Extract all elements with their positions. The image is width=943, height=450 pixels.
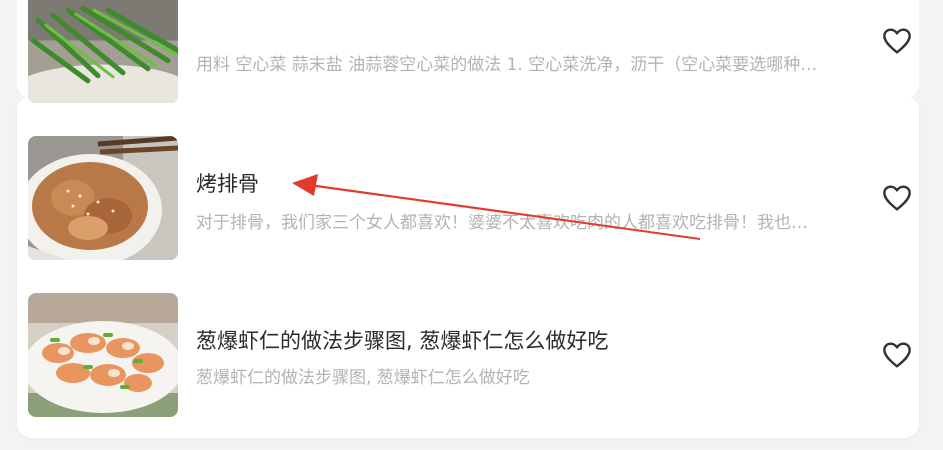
recipe-list-item[interactable]: 葱爆虾仁的做法步骤图, 葱爆虾仁怎么做好吃 葱爆虾仁的做法步骤图, 葱爆虾仁怎么… — [28, 293, 918, 417]
recipe-list-item[interactable]: 烤排骨 对于排骨，我们家三个女人都喜欢！婆婆不太喜欢吃肉的人都喜欢吃排骨！我也… — [28, 136, 918, 260]
heart-outline-icon — [883, 185, 911, 211]
recipe-title: 葱爆虾仁的做法步骤图, 葱爆虾仁怎么做好吃 — [196, 329, 609, 353]
heart-outline-icon — [883, 28, 911, 54]
recipe-description: 葱爆虾仁的做法步骤图, 葱爆虾仁怎么做好吃 — [196, 368, 530, 388]
recipe-list-screen: 用料 空心菜 蒜末盐 油蒜蓉空心菜的做法 1. 空心菜洗净，沥干（空心菜要选哪种… — [0, 0, 943, 450]
favorite-button[interactable] — [880, 24, 914, 58]
favorite-button[interactable] — [880, 338, 914, 372]
favorite-button[interactable] — [880, 181, 914, 215]
recipe-description: 用料 空心菜 蒜末盐 油蒜蓉空心菜的做法 1. 空心菜洗净，沥干（空心菜要选哪种… — [196, 55, 818, 75]
recipe-thumbnail-spare-ribs[interactable] — [28, 136, 178, 260]
recipe-thumbnail-water-spinach[interactable] — [28, 0, 178, 103]
recipe-list-item[interactable]: 用料 空心菜 蒜末盐 油蒜蓉空心菜的做法 1. 空心菜洗净，沥干（空心菜要选哪种… — [28, 0, 918, 103]
recipe-thumbnail-scallion-shrimp[interactable] — [28, 293, 178, 417]
recipe-title: 烤排骨 — [196, 172, 259, 196]
recipe-description: 对于排骨，我们家三个女人都喜欢！婆婆不太喜欢吃肉的人都喜欢吃排骨！我也… — [196, 213, 808, 233]
heart-outline-icon — [883, 342, 911, 368]
